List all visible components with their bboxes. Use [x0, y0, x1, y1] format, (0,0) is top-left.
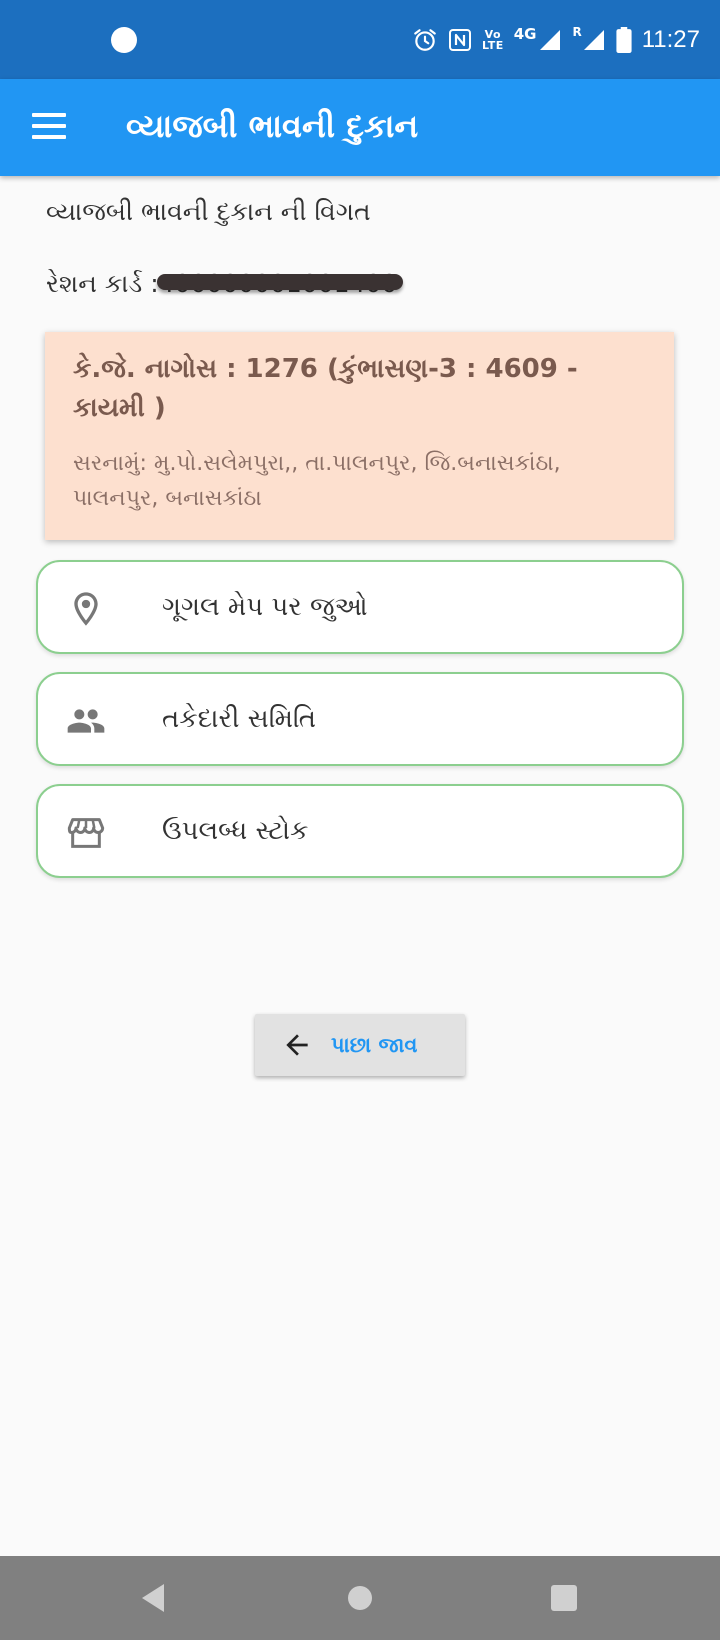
- shop-name: કે.જે. નાગોસ : 1276 (કુંભાસણ-3 : 4609 - …: [73, 354, 578, 423]
- shop-address: સરનામું: મુ.પો.સલેમપુરા,, તા.પાલનપુર, જિ…: [73, 451, 561, 511]
- nav-back-icon[interactable]: [138, 1582, 168, 1614]
- volte-indicator: Vo LTE: [482, 29, 504, 51]
- shop-info-card: કે.જે. નાગોસ : 1276 (કુંભાસણ-3 : 4609 - …: [45, 332, 674, 540]
- nav-recents-icon[interactable]: [551, 1582, 577, 1614]
- ration-card-number: 400000001001400: [156, 264, 403, 304]
- back-button-label: પાછા જાવ: [331, 1033, 418, 1057]
- available-stock-button[interactable]: ઉપલબ્ધ સ્ટોક: [36, 784, 684, 878]
- google-map-button[interactable]: ગૂગલ મેપ પર જુઓ: [36, 560, 684, 654]
- vigilance-committee-button[interactable]: તકેદારી સમિતિ: [36, 672, 684, 766]
- alarm-icon: [414, 29, 436, 51]
- google-map-label: ગૂગલ મેપ પર જુઓ: [162, 592, 368, 622]
- notification-dot: [111, 27, 137, 53]
- ration-card-label: રેશન કાર્ડ :: [46, 269, 159, 298]
- roaming-label: R: [572, 25, 582, 39]
- ration-card-row: રેશન કાર્ડ :400000001001400: [46, 264, 403, 304]
- status-bar: Vo LTE 4G R 11:27: [0, 0, 720, 79]
- battery-icon: [616, 27, 632, 53]
- signal-icon-2: [583, 30, 604, 50]
- volte-bottom-label: LTE: [482, 39, 504, 52]
- system-nav-bar: [0, 1556, 720, 1640]
- status-icons: Vo LTE 4G R 11:27: [412, 22, 700, 58]
- back-button[interactable]: પાછા જાવ: [255, 1014, 465, 1076]
- nav-home-icon[interactable]: [347, 1582, 373, 1614]
- available-stock-label: ઉપલબ્ધ સ્ટોક: [162, 816, 309, 846]
- map-pin-icon: [74, 592, 98, 626]
- people-icon: [67, 709, 105, 733]
- network-type-label: 4G: [513, 25, 537, 43]
- signal-icon: [540, 30, 561, 50]
- page-heading: વ્યાજબી ભાવની દુકાન ની વિગત: [46, 197, 371, 226]
- hamburger-menu-icon[interactable]: [32, 113, 66, 141]
- arrow-left-icon: [286, 1034, 308, 1056]
- nfc-icon: [449, 29, 471, 51]
- app-bar: વ્યાજબી ભાવની દુકાન: [0, 79, 720, 176]
- app-title: વ્યાજબી ભાવની દુકાન: [126, 107, 419, 145]
- clock: 11:27: [641, 26, 700, 53]
- vigilance-committee-label: તકેદારી સમિતિ: [162, 704, 317, 734]
- store-icon: [67, 818, 105, 848]
